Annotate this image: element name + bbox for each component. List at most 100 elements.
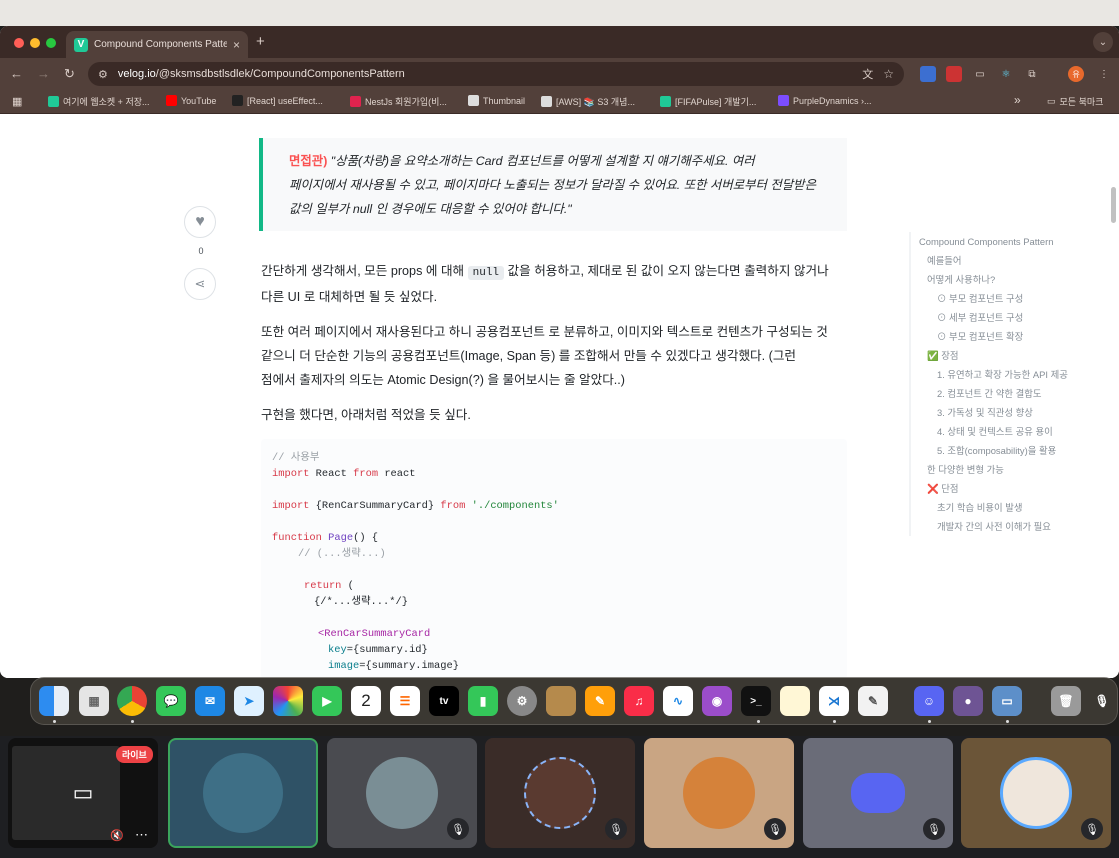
react-devtools-icon[interactable]: ⚛	[998, 66, 1014, 82]
page-scrollbar[interactable]	[1111, 187, 1116, 223]
more-options-icon[interactable]: ⋯	[135, 827, 148, 843]
all-bookmarks-button[interactable]: ▭ 모든 북마크	[1047, 95, 1103, 108]
tab-velog[interactable]: V Compound Components Patte ×	[66, 31, 248, 58]
tab-bar: V Compound Components Patte × + ⌄	[0, 26, 1119, 58]
volume-muted-icon[interactable]: 🔇	[110, 829, 124, 842]
interview-quote: 면접관) "상품(차량)을 요약소개하는 Card 컴포넌트를 어떻게 설계할 …	[259, 138, 847, 231]
toc-item[interactable]: ⊙ 부모 컴포넌트 구성	[919, 289, 1089, 308]
github-desktop-icon[interactable]: ●	[953, 686, 983, 716]
apps-grid-icon[interactable]: ▦	[12, 95, 22, 108]
facetime-icon[interactable]: ▶	[312, 686, 342, 716]
extension-icon[interactable]	[946, 66, 962, 82]
toc-item[interactable]: 3. 가독성 및 직관성 향상	[919, 403, 1089, 422]
screen-share-tile[interactable]: ▭ 라이브 🔇 ⋯	[8, 738, 158, 848]
toc-item[interactable]: 한 다양한 변형 가능	[919, 460, 1089, 479]
toc-item[interactable]: 개발자 간의 사전 이해가 필요	[919, 517, 1089, 536]
music-icon[interactable]: ♫	[624, 686, 654, 716]
toc-item[interactable]: ⊙ 세부 컴포넌트 구성	[919, 308, 1089, 327]
toc-item[interactable]: Compound Components Pattern	[919, 232, 1089, 251]
toc-item[interactable]: 예를들어	[919, 251, 1089, 270]
calendar-icon[interactable]: 2	[351, 686, 381, 716]
toc-item[interactable]: 어떻게 사용하나?	[919, 270, 1089, 289]
bookmark-item[interactable]: NestJs 회원가입(비...	[350, 95, 447, 108]
extension-icon[interactable]	[920, 66, 936, 82]
article-page: 면접관) "상품(차량)을 요약소개하는 Card 컴포넌트를 어떻게 설계할 …	[0, 115, 1119, 678]
bookmark-item[interactable]: [React] useEffect...	[232, 95, 323, 106]
user-avatar	[524, 757, 596, 829]
toc-item[interactable]: 5. 조합(composability)을 활용	[919, 441, 1089, 460]
participant-tile[interactable]: 🎙	[803, 738, 953, 848]
address-bar[interactable]: ⚙ velog.io/@sksmsdbstlsdlek/CompoundComp…	[88, 62, 904, 86]
toc-item[interactable]: 2. 컴포넌트 간 약한 결합도	[919, 384, 1089, 403]
pages-icon[interactable]: ✎	[585, 686, 615, 716]
app-icon[interactable]	[546, 686, 576, 716]
close-window-button[interactable]	[14, 38, 24, 48]
bookmark-star-icon[interactable]: ☆	[883, 67, 894, 81]
tab-title: Compound Components Patte	[94, 39, 227, 50]
bookmark-item[interactable]: [AWS] 📚 S3 개념...	[541, 95, 635, 108]
reminders-icon[interactable]: ☰	[390, 686, 420, 716]
launchpad-icon[interactable]: ▦	[79, 686, 109, 716]
mic-muted-icon: 🎙	[1081, 818, 1103, 840]
notes-icon[interactable]	[780, 686, 810, 716]
maps-icon[interactable]: ➤	[234, 686, 264, 716]
apple-tv-icon[interactable]: tv	[429, 686, 459, 716]
menu-kebab-icon[interactable]: ⋮	[1096, 66, 1112, 82]
tab-close-icon[interactable]: ×	[233, 38, 240, 52]
bookmark-item[interactable]: [FIFAPulse] 개발기...	[660, 95, 756, 108]
discord-icon[interactable]: ☺	[914, 686, 944, 716]
numbers-icon[interactable]: ▮	[468, 686, 498, 716]
mail-icon[interactable]: ✉	[195, 686, 225, 716]
screen-share-icon: ▭	[72, 780, 94, 805]
bookmark-favicon-icon	[166, 95, 177, 106]
new-tab-button[interactable]: +	[256, 33, 265, 50]
participant-tile[interactable]: 🎙	[327, 738, 477, 848]
share-icon: ⋖	[194, 276, 206, 291]
bookmark-item[interactable]: PurpleDynamics ›...	[778, 95, 872, 106]
participant-tile[interactable]: 🎙	[485, 738, 635, 848]
translate-icon[interactable]: 文	[862, 66, 873, 82]
site-info-icon[interactable]: ⚙	[98, 68, 108, 81]
finder-icon[interactable]	[39, 686, 69, 716]
bookmark-favicon-icon	[660, 96, 671, 107]
bookmark-item[interactable]: YouTube	[166, 95, 216, 106]
toc-item[interactable]: 1. 유연하고 확장 가능한 API 제공	[919, 365, 1089, 384]
toc-item[interactable]: ❌ 단점	[919, 479, 1089, 498]
terminal-icon[interactable]: >_	[741, 686, 771, 716]
messages-icon[interactable]: 💬	[156, 686, 186, 716]
forward-arrow-icon[interactable]: →	[37, 66, 50, 81]
participant-tile-speaking[interactable]	[168, 738, 318, 848]
reload-icon[interactable]: ↻	[64, 66, 75, 82]
vscode-icon[interactable]: ⋊	[819, 686, 849, 716]
participant-tile[interactable]: 🎙	[644, 738, 794, 848]
profile-avatar[interactable]: 유	[1068, 66, 1084, 82]
extension-icon[interactable]: ▭	[972, 66, 988, 82]
podcasts-icon[interactable]: ◉	[702, 686, 732, 716]
toc-item[interactable]: 4. 상태 및 컨텍스트 공유 용이	[919, 422, 1089, 441]
back-arrow-icon[interactable]: ←	[10, 66, 23, 81]
toc-item[interactable]: ✅ 장점	[919, 346, 1089, 365]
system-settings-icon[interactable]: ⚙	[507, 686, 537, 716]
snorlax-avatar	[203, 753, 283, 833]
mic-muted-icon: 🎙	[764, 818, 786, 840]
bookmark-item[interactable]: Thumbnail	[468, 95, 525, 106]
photos-icon[interactable]	[273, 686, 303, 716]
bookmark-item[interactable]: 여기에 웹소켓 + 저장...	[48, 95, 150, 108]
bookmark-label: YouTube	[181, 95, 217, 106]
textedit-icon[interactable]: ✎	[858, 686, 888, 716]
tab-search-button[interactable]: ⌄	[1093, 32, 1113, 52]
share-button[interactable]: ⋖	[184, 268, 216, 300]
trash-icon[interactable]: 🗑	[1051, 686, 1081, 716]
toc-item[interactable]: 초기 학습 비용이 발생	[919, 498, 1089, 517]
extensions-puzzle-icon[interactable]: ⧉	[1024, 66, 1040, 82]
toc-item[interactable]: ⊙ 부모 컴포넌트 확장	[919, 327, 1089, 346]
chrome-icon[interactable]	[117, 686, 147, 716]
zoom-window-button[interactable]	[46, 38, 56, 48]
like-button[interactable]: ♥	[184, 206, 216, 238]
participant-tile[interactable]: 🎙	[961, 738, 1111, 848]
minimize-window-button[interactable]	[30, 38, 40, 48]
preview-icon[interactable]: ▭	[992, 686, 1022, 716]
more-bookmarks-button[interactable]: »	[1014, 93, 1021, 107]
freeform-icon[interactable]: ∿	[663, 686, 693, 716]
url-text: velog.io/@sksmsdbstlsdlek/CompoundCompon…	[117, 68, 405, 80]
